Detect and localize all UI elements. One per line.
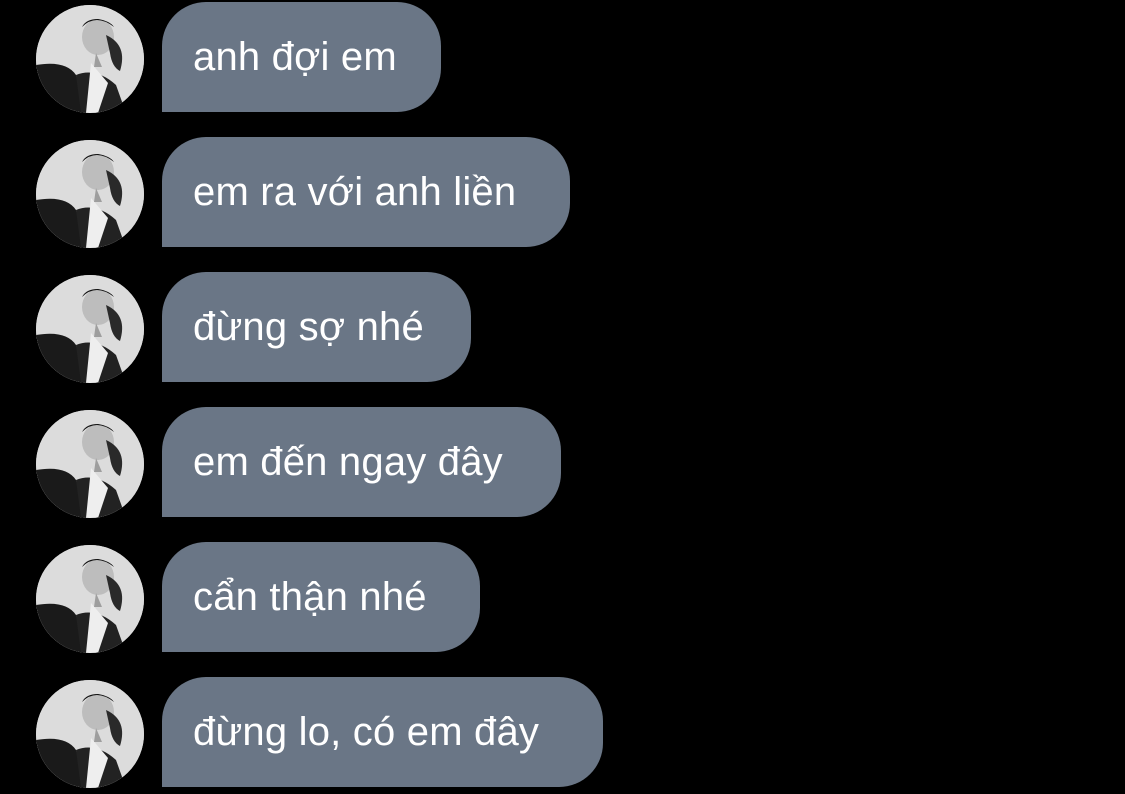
message-bubble[interactable]: đừng sợ nhé [162,272,471,382]
profile-photo-icon [36,275,144,383]
profile-photo-icon [36,545,144,653]
profile-photo-icon [36,680,144,788]
message-bubble[interactable]: đừng lo, có em đây [162,677,603,787]
message-bubble[interactable]: cẩn thận nhé [162,542,480,652]
avatar[interactable] [36,410,144,518]
message-row: em ra với anh liền [0,137,1125,248]
profile-photo-icon [36,410,144,518]
message-thread: anh đợi em em ra với anh liền đừng sợ nh… [0,0,1125,794]
message-text: đừng sợ nhé [193,305,424,349]
avatar[interactable] [36,140,144,248]
message-text: em ra với anh liền [193,170,517,214]
avatar[interactable] [36,545,144,653]
message-bubble[interactable]: em đến ngay đây [162,407,561,517]
avatar[interactable] [36,275,144,383]
profile-photo-icon [36,5,144,113]
profile-photo-icon [36,140,144,248]
message-text: đừng lo, có em đây [193,710,540,754]
message-bubble[interactable]: anh đợi em [162,2,441,112]
message-row: đừng lo, có em đây [0,677,1125,788]
message-text: anh đợi em [193,35,397,79]
avatar[interactable] [36,680,144,788]
message-text: cẩn thận nhé [193,575,427,619]
message-row: em đến ngay đây [0,407,1125,518]
message-row: cẩn thận nhé [0,542,1125,653]
message-row: anh đợi em [0,2,1125,113]
message-bubble[interactable]: em ra với anh liền [162,137,570,247]
avatar[interactable] [36,5,144,113]
message-row: đừng sợ nhé [0,272,1125,383]
message-text: em đến ngay đây [193,440,503,484]
